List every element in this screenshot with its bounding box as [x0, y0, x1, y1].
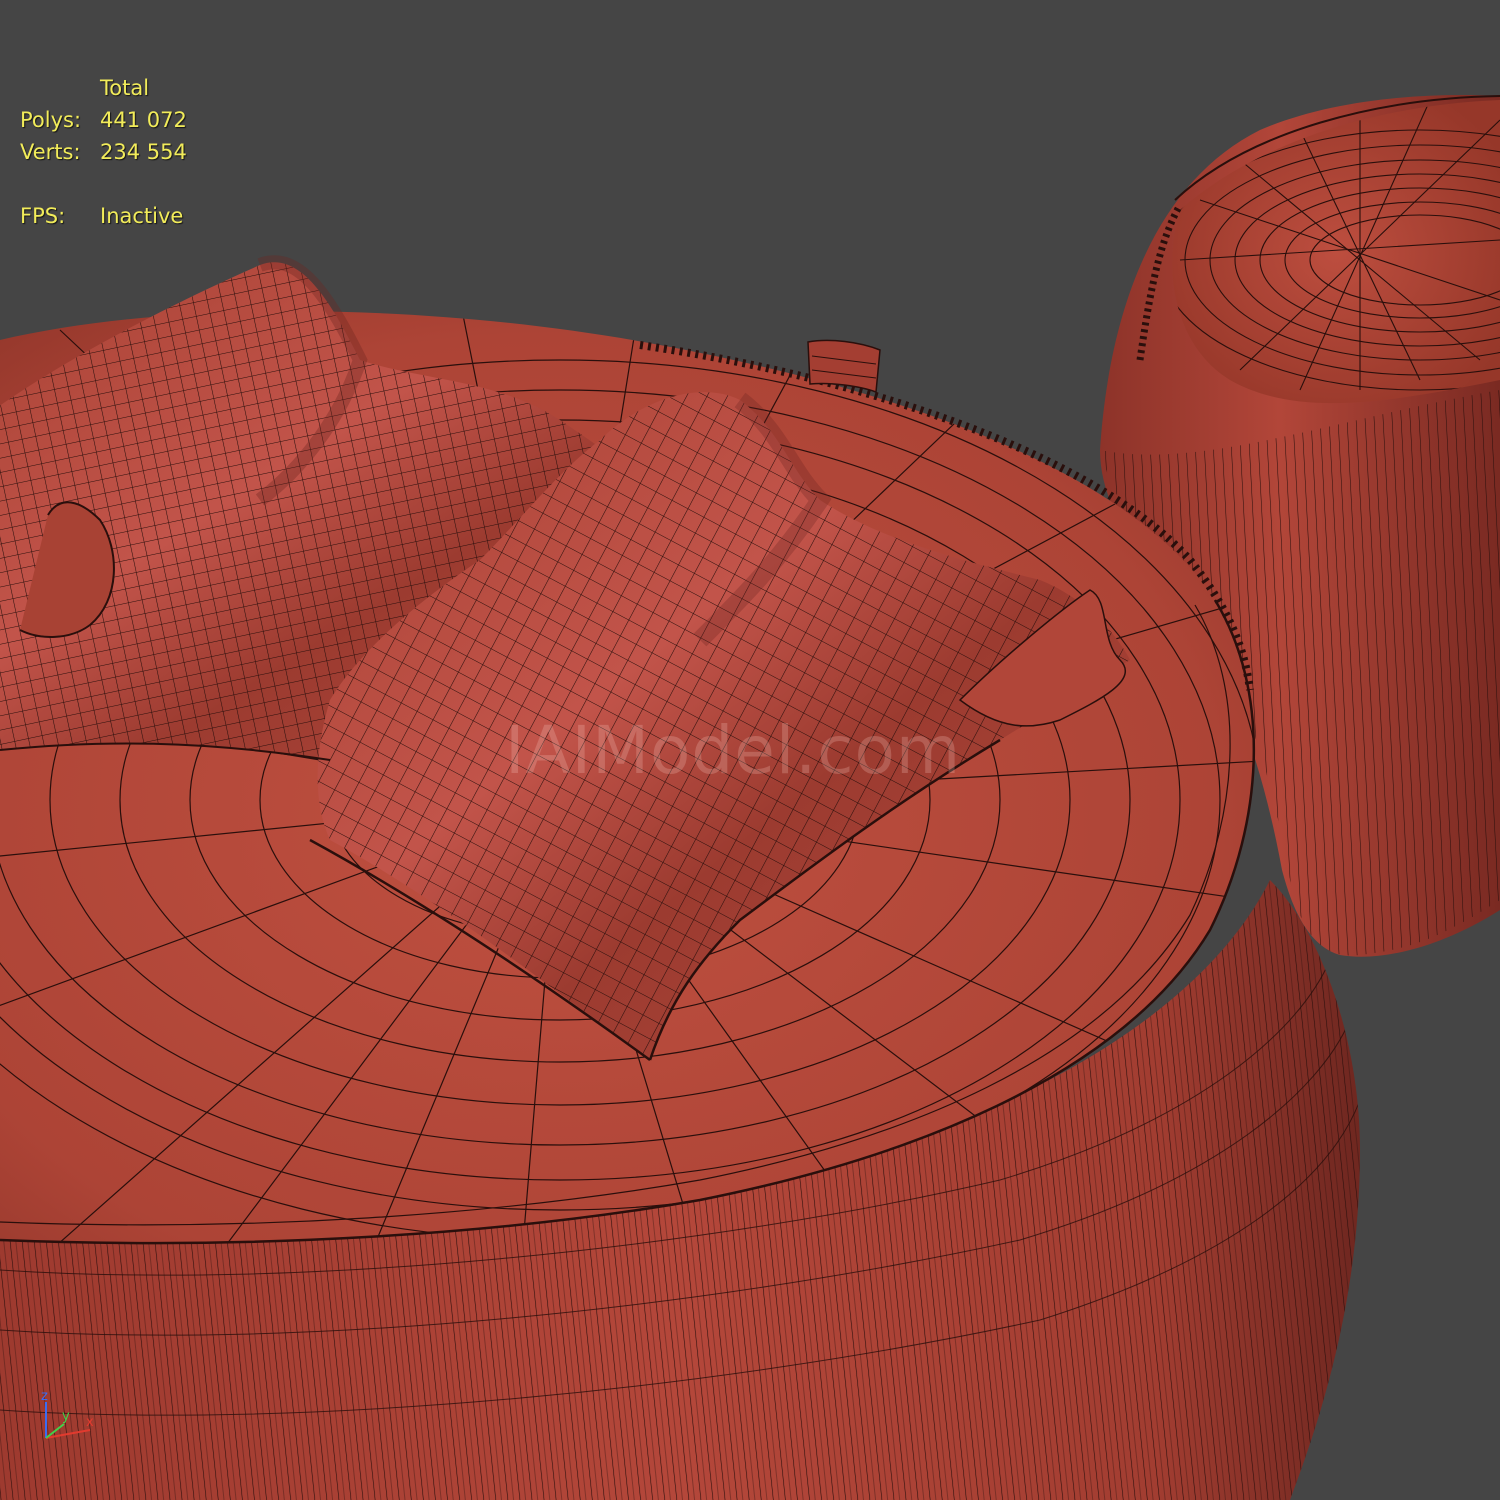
verts-label: Verts: — [20, 140, 81, 164]
axis-gizmo-icon[interactable]: x y z — [26, 1392, 102, 1458]
axis-z-label: z — [41, 1392, 48, 1404]
polys-row: Polys: 441 072 — [20, 104, 187, 136]
polys-value: 441 072 — [100, 108, 187, 132]
verts-value: 234 554 — [100, 140, 187, 164]
polys-label: Polys: — [20, 108, 82, 132]
viewport-scene[interactable] — [0, 0, 1500, 1500]
axis-x-label: x — [86, 1415, 94, 1430]
verts-row: Verts: 234 554 — [20, 136, 187, 168]
fps-row: FPS: Inactive — [20, 200, 187, 232]
viewport[interactable]: Total Polys: 441 072 Verts: 234 554 FPS:… — [0, 0, 1500, 1500]
viewport-statistics: Total Polys: 441 072 Verts: 234 554 FPS:… — [20, 72, 187, 232]
fps-value: Inactive — [100, 204, 184, 228]
stats-total-header: Total — [100, 76, 150, 100]
axis-y-label: y — [62, 1409, 70, 1424]
fps-label: FPS: — [20, 204, 66, 228]
stats-spacer — [20, 72, 100, 104]
